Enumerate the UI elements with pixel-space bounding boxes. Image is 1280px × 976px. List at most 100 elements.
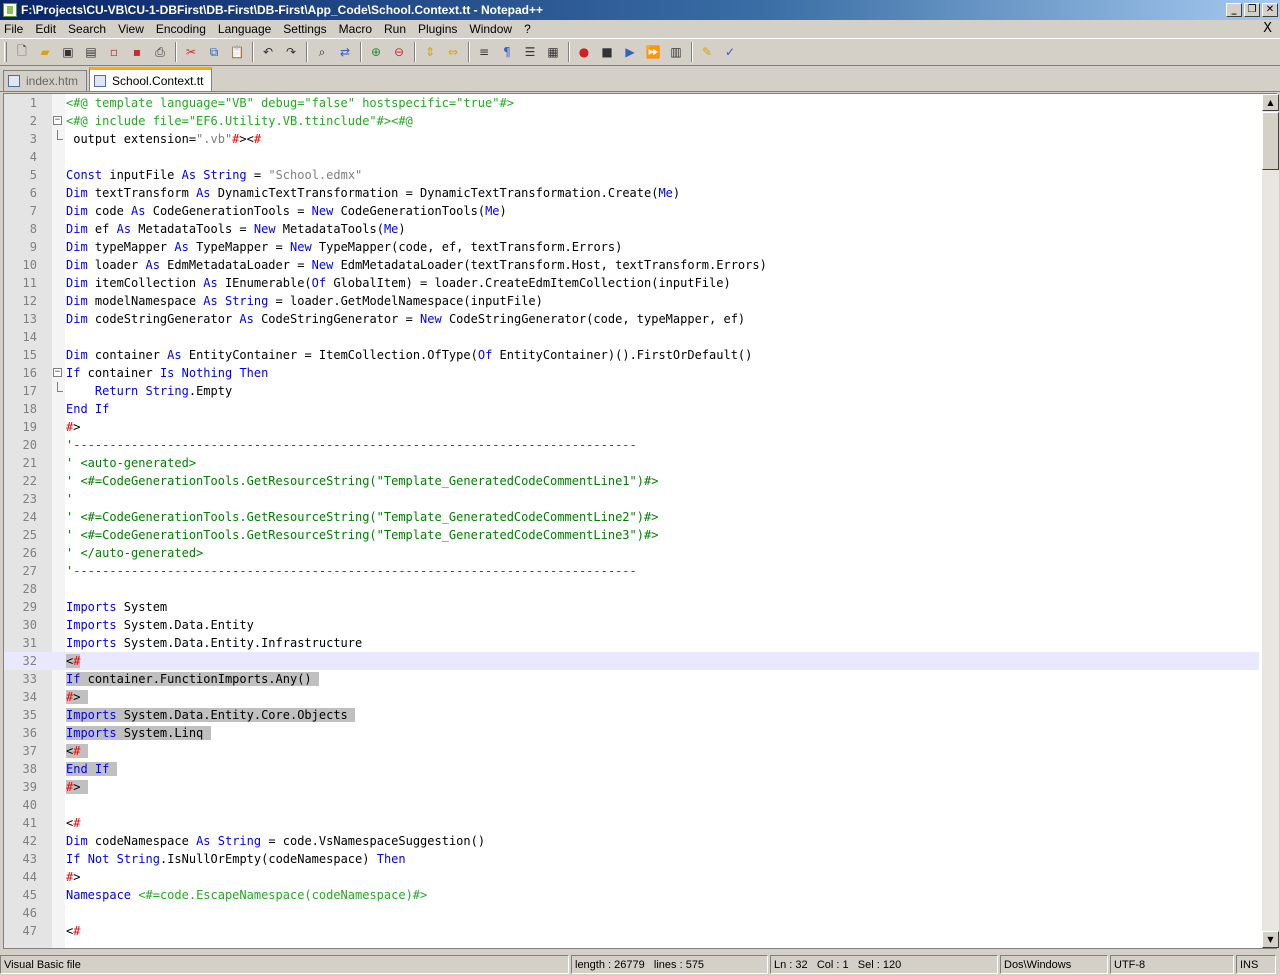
- find-icon[interactable]: ⌕: [311, 41, 333, 63]
- redo-icon[interactable]: ↷: [280, 41, 302, 63]
- code-line[interactable]: 43 If Not String.IsNullOrEmpty(codeNamesp…: [4, 850, 1259, 868]
- save-icon[interactable]: ▣: [57, 41, 79, 63]
- menu-language[interactable]: Language: [212, 22, 277, 36]
- code-line[interactable]: 38 End If: [4, 760, 1259, 778]
- minimize-button[interactable]: _: [1226, 3, 1242, 17]
- code-line[interactable]: 35 Imports System.Data.Entity.Core.Object…: [4, 706, 1259, 724]
- menu-view[interactable]: View: [112, 22, 150, 36]
- code-line[interactable]: 29 Imports System: [4, 598, 1259, 616]
- menu-help[interactable]: ?: [518, 22, 537, 36]
- show-all-chars-icon[interactable]: ¶: [496, 41, 518, 63]
- menu-encoding[interactable]: Encoding: [150, 22, 212, 36]
- code-line[interactable]: 41 <#: [4, 814, 1259, 832]
- menu-file[interactable]: File: [0, 22, 29, 36]
- save-macro-icon[interactable]: ▥: [665, 41, 687, 63]
- code-line[interactable]: 34 #>: [4, 688, 1259, 706]
- code-line[interactable]: 40: [4, 796, 1259, 814]
- close-window-button[interactable]: ✕: [1262, 3, 1278, 17]
- word-wrap-icon[interactable]: ≡: [473, 41, 495, 63]
- code-line[interactable]: 14: [4, 328, 1259, 346]
- code-line[interactable]: 23 ': [4, 490, 1259, 508]
- code-line[interactable]: 8 Dim ef As MetadataTools = New MetadataT…: [4, 220, 1259, 238]
- menu-macro[interactable]: Macro: [333, 22, 378, 36]
- close-icon[interactable]: ▫: [103, 41, 125, 63]
- code-line[interactable]: 44 #>: [4, 868, 1259, 886]
- vertical-scrollbar[interactable]: ▲ ▼: [1262, 94, 1279, 948]
- cut-icon[interactable]: ✂: [180, 41, 202, 63]
- sync-vertical-icon[interactable]: ⇕: [419, 41, 441, 63]
- code-line[interactable]: 28: [4, 580, 1259, 598]
- tab-school-context-tt[interactable]: School.Context.tt: [89, 67, 213, 91]
- code-line[interactable]: 39 #>: [4, 778, 1259, 796]
- code-line[interactable]: 30 Imports System.Data.Entity: [4, 616, 1259, 634]
- code-line[interactable]: 37 <#: [4, 742, 1259, 760]
- tab-index-htm[interactable]: index.htm: [3, 70, 88, 91]
- spell-check-icon[interactable]: ✎: [696, 41, 718, 63]
- sync-horizontal-icon[interactable]: ⇔: [442, 41, 464, 63]
- scroll-up-icon[interactable]: ▲: [1262, 94, 1279, 111]
- code-line[interactable]: 19 #>: [4, 418, 1259, 436]
- code-line[interactable]: 3 output extension=".vb"#><#: [4, 130, 1259, 148]
- fold-toggle-icon[interactable]: −: [53, 116, 62, 125]
- zoom-in-icon[interactable]: ⊕: [365, 41, 387, 63]
- restore-button[interactable]: ❐: [1244, 3, 1260, 17]
- code-line[interactable]: 33 If container.FunctionImports.Any(): [4, 670, 1259, 688]
- code-line[interactable]: 24 ' <#=CodeGenerationTools.GetResourceSt…: [4, 508, 1259, 526]
- menu-search[interactable]: Search: [62, 22, 112, 36]
- zoom-out-icon[interactable]: ⊖: [388, 41, 410, 63]
- undo-icon[interactable]: ↶: [257, 41, 279, 63]
- code-line[interactable]: 26 ' </auto-generated>: [4, 544, 1259, 562]
- menu-settings[interactable]: Settings: [277, 22, 332, 36]
- code-line[interactable]: 1 <#@ template language="VB" debug="false…: [4, 94, 1259, 112]
- menu-run[interactable]: Run: [378, 22, 412, 36]
- play-macro-icon[interactable]: ▶: [619, 41, 641, 63]
- open-file-icon[interactable]: ▰: [34, 41, 56, 63]
- code-line[interactable]: 10 Dim loader As EdmMetadataLoader = New …: [4, 256, 1259, 274]
- code-line[interactable]: 27 '-------------------------------------…: [4, 562, 1259, 580]
- replace-icon[interactable]: ⇄: [334, 41, 356, 63]
- toolbar-grip[interactable]: [4, 42, 7, 62]
- code-line[interactable]: 42 Dim codeNamespace As String = code.VsN…: [4, 832, 1259, 850]
- code-line[interactable]: 36 Imports System.Linq: [4, 724, 1259, 742]
- code-line[interactable]: 5 Const inputFile As String = "School.edm…: [4, 166, 1259, 184]
- menu-plugins[interactable]: Plugins: [412, 22, 463, 36]
- new-file-icon[interactable]: 🗋: [11, 41, 33, 63]
- close-document-button[interactable]: X: [1263, 21, 1272, 36]
- indent-guide-icon[interactable]: ☰: [519, 41, 541, 63]
- scrollbar-thumb[interactable]: [1262, 112, 1279, 170]
- code-line[interactable]: 16 − If container Is Nothing Then: [4, 364, 1259, 382]
- code-line[interactable]: 32 <#: [4, 652, 1259, 670]
- code-editor[interactable]: 1 <#@ template language="VB" debug="false…: [3, 93, 1277, 949]
- code-line[interactable]: 12 Dim modelNamespace As String = loader.…: [4, 292, 1259, 310]
- menu-edit[interactable]: Edit: [29, 22, 62, 36]
- paste-icon[interactable]: 📋: [226, 41, 248, 63]
- code-line[interactable]: 45 Namespace <#=code.EscapeNamespace(code…: [4, 886, 1259, 904]
- code-line[interactable]: 21 ' <auto-generated>: [4, 454, 1259, 472]
- code-line[interactable]: 9 Dim typeMapper As TypeMapper = New Type…: [4, 238, 1259, 256]
- code-line[interactable]: 2 − <#@ include file="EF6.Utility.VB.ttinc…: [4, 112, 1259, 130]
- stop-record-icon[interactable]: ■: [596, 41, 618, 63]
- fold-toggle-icon[interactable]: −: [53, 368, 62, 377]
- print-icon[interactable]: ⎙: [149, 41, 171, 63]
- code-line[interactable]: 46: [4, 904, 1259, 922]
- code-line[interactable]: 7 Dim code As CodeGenerationTools = New C…: [4, 202, 1259, 220]
- code-line[interactable]: 25 ' <#=CodeGenerationTools.GetResourceSt…: [4, 526, 1259, 544]
- menu-window[interactable]: Window: [463, 22, 518, 36]
- code-line[interactable]: 47 <#: [4, 922, 1259, 940]
- code-line[interactable]: 15 Dim container As EntityContainer = Ite…: [4, 346, 1259, 364]
- abc-spell-icon[interactable]: ✓: [719, 41, 741, 63]
- code-line[interactable]: 31 Imports System.Data.Entity.Infrastruct…: [4, 634, 1259, 652]
- document-map-icon[interactable]: ▦: [542, 41, 564, 63]
- code-line[interactable]: 11 Dim itemCollection As IEnumerable(Of G…: [4, 274, 1259, 292]
- code-line[interactable]: 17 Return String.Empty: [4, 382, 1259, 400]
- run-macro-multiple-icon[interactable]: ⏩: [642, 41, 664, 63]
- close-all-icon[interactable]: ▪: [126, 41, 148, 63]
- copy-icon[interactable]: ⧉: [203, 41, 225, 63]
- code-line[interactable]: 4: [4, 148, 1259, 166]
- record-macro-icon[interactable]: ●: [573, 41, 595, 63]
- code-line[interactable]: 6 Dim textTransform As DynamicTextTransfo…: [4, 184, 1259, 202]
- code-line[interactable]: 20 '-------------------------------------…: [4, 436, 1259, 454]
- code-line[interactable]: 13 Dim codeStringGenerator As CodeStringG…: [4, 310, 1259, 328]
- save-all-icon[interactable]: ▤: [80, 41, 102, 63]
- scroll-down-icon[interactable]: ▼: [1262, 931, 1279, 948]
